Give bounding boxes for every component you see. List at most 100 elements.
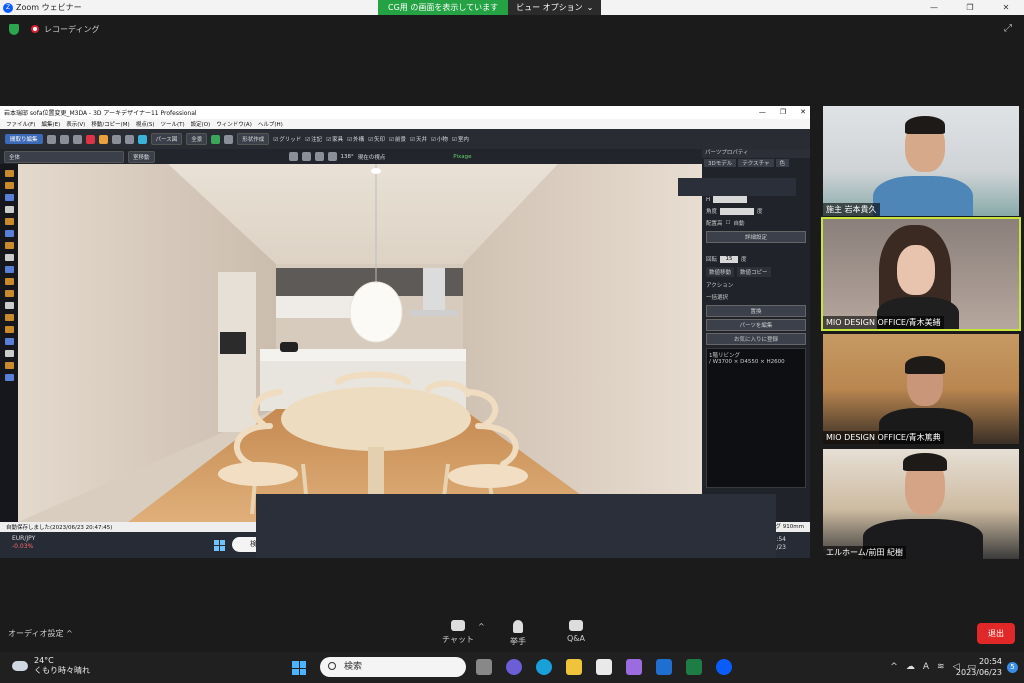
tab-texture[interactable]: テクスチャ: [738, 159, 774, 167]
menu-edit[interactable]: 編集(E): [41, 120, 60, 128]
raise-hand-button[interactable]: 挙手: [498, 620, 538, 647]
tool-icon[interactable]: [4, 314, 14, 321]
pixage-button[interactable]: Pixage: [453, 154, 471, 160]
angle-input[interactable]: [720, 207, 755, 215]
save-icon[interactable]: [111, 134, 121, 144]
check-interior[interactable]: 室内: [452, 135, 469, 143]
app-close-icon[interactable]: ✕: [800, 106, 806, 119]
parts-edit-button[interactable]: パーツを編集: [706, 319, 806, 331]
tool-icon[interactable]: [4, 170, 14, 177]
delete-icon[interactable]: [85, 134, 95, 144]
tool-icon[interactable]: [4, 218, 14, 225]
edge-icon[interactable]: [536, 659, 552, 675]
checkbox-icon[interactable]: ☐: [726, 220, 731, 226]
camera-icon[interactable]: [137, 134, 147, 144]
outlook-icon[interactable]: [656, 659, 672, 675]
tab-3d-model[interactable]: 3Dモデル: [704, 159, 737, 167]
pan-icon[interactable]: [314, 152, 324, 161]
maximize-icon[interactable]: ❐: [952, 0, 988, 15]
tool-icon[interactable]: [4, 302, 14, 309]
menu-view[interactable]: 表示(V): [66, 120, 85, 128]
shield-icon[interactable]: [9, 23, 19, 35]
walk-icon[interactable]: [327, 152, 337, 161]
light-icon[interactable]: [211, 134, 221, 144]
menu-settings[interactable]: 設定(O): [191, 120, 211, 128]
h-input[interactable]: [713, 196, 748, 203]
menu-tools[interactable]: ツール(T): [161, 120, 185, 128]
menu-help[interactable]: ヘルプ(H): [258, 120, 283, 128]
taskbar-search[interactable]: 検索: [320, 657, 466, 677]
tool-icon[interactable]: [4, 254, 14, 261]
file-explorer-icon[interactable]: [566, 659, 582, 675]
floorplan-edit-button[interactable]: 間取り編集: [5, 134, 43, 144]
detail-settings-button[interactable]: 詳細設定: [706, 231, 806, 243]
tool-icon[interactable]: [4, 350, 14, 357]
minimize-icon[interactable]: —: [916, 0, 952, 15]
replace-button[interactable]: 置換: [706, 305, 806, 317]
rotate-icon[interactable]: [59, 134, 69, 144]
weather-widget[interactable]: 24°C くもり時々晴れ: [9, 656, 90, 676]
folder-icon[interactable]: [98, 134, 108, 144]
chevron-up-icon[interactable]: ^: [478, 622, 485, 631]
cursor-icon[interactable]: [46, 134, 56, 144]
ime-icon[interactable]: A: [923, 662, 929, 672]
tool-icon[interactable]: [4, 266, 14, 273]
audio-settings-button[interactable]: オーディオ設定 ^: [8, 628, 73, 639]
task-view-icon[interactable]: [476, 659, 492, 675]
os-clock[interactable]: 20:54 2023/06/23: [956, 656, 1002, 678]
3d-viewport[interactable]: [18, 164, 702, 522]
expand-icon[interactable]: ⤢: [1004, 23, 1012, 34]
menu-viewpoint[interactable]: 視点(S): [136, 120, 155, 128]
zoom-fit-icon[interactable]: [224, 134, 234, 144]
scope-select[interactable]: 全体: [4, 150, 124, 163]
participant-tile[interactable]: エルホーム/前田 紀樹: [823, 449, 1019, 559]
windows-start-icon[interactable]: [214, 540, 225, 551]
teams-icon[interactable]: [506, 659, 522, 675]
app-maximize-icon[interactable]: ❐: [780, 106, 786, 119]
participant-tile[interactable]: MIO DESIGN OFFICE/青木篤典: [823, 334, 1019, 444]
rotation-input[interactable]: 15: [720, 255, 739, 263]
check-grid[interactable]: グリッド: [273, 135, 301, 143]
onedrive-icon[interactable]: ☁: [906, 662, 915, 672]
print-icon[interactable]: [124, 134, 134, 144]
store-icon[interactable]: [596, 659, 612, 675]
participant-tile[interactable]: 施主 岩本貴久: [823, 106, 1019, 216]
tool-icon[interactable]: [4, 326, 14, 333]
add-favorite-button[interactable]: お気に入りに登録: [706, 333, 806, 345]
angle-value[interactable]: 138°: [341, 154, 354, 160]
view-scope-select[interactable]: 全景: [186, 133, 208, 145]
chat-button[interactable]: チャット: [438, 620, 478, 645]
viewpoint-label[interactable]: 現在の視点: [358, 153, 386, 161]
currency-ticker[interactable]: EUR/JPY -0.03%: [12, 535, 35, 551]
undo-icon[interactable]: [72, 134, 82, 144]
tab-color[interactable]: 色: [775, 159, 790, 167]
tool-icon[interactable]: [4, 362, 14, 369]
tool-icon[interactable]: [4, 338, 14, 345]
zoom-in-icon[interactable]: [288, 152, 298, 161]
zoom-out-icon[interactable]: [301, 152, 311, 161]
leave-button[interactable]: 退出: [977, 623, 1015, 644]
chevron-up-icon[interactable]: ^: [890, 662, 898, 672]
check-note[interactable]: 注記: [305, 135, 322, 143]
notification-badge[interactable]: 5: [1007, 662, 1018, 673]
app-minimize-icon[interactable]: —: [759, 106, 766, 119]
zoom-icon[interactable]: [716, 659, 732, 675]
check-ceiling[interactable]: 天井: [410, 135, 427, 143]
numeric-copy-select[interactable]: 数値コピー: [737, 267, 771, 277]
check-furniture[interactable]: 家具: [326, 135, 343, 143]
tool-icon[interactable]: [4, 194, 14, 201]
tool-icon[interactable]: [4, 290, 14, 297]
qa-button[interactable]: Q&A: [556, 620, 596, 643]
view-options-button[interactable]: ビュー オプション ⌄: [508, 0, 602, 15]
check-arrow[interactable]: 矢印: [368, 135, 385, 143]
room-move-button[interactable]: 室移動: [128, 150, 155, 163]
numeric-move-select[interactable]: 数値移動: [706, 267, 735, 277]
tool-icon[interactable]: [4, 374, 14, 381]
excel-icon[interactable]: [686, 659, 702, 675]
check-foreground[interactable]: 前景: [389, 135, 406, 143]
view-type-select[interactable]: パース図: [150, 133, 183, 145]
check-exterior[interactable]: 外構: [347, 135, 364, 143]
participant-tile-active-speaker[interactable]: MIO DESIGN OFFICE/青木美緒: [821, 217, 1021, 331]
tool-icon[interactable]: [4, 278, 14, 285]
tool-icon[interactable]: [4, 182, 14, 189]
